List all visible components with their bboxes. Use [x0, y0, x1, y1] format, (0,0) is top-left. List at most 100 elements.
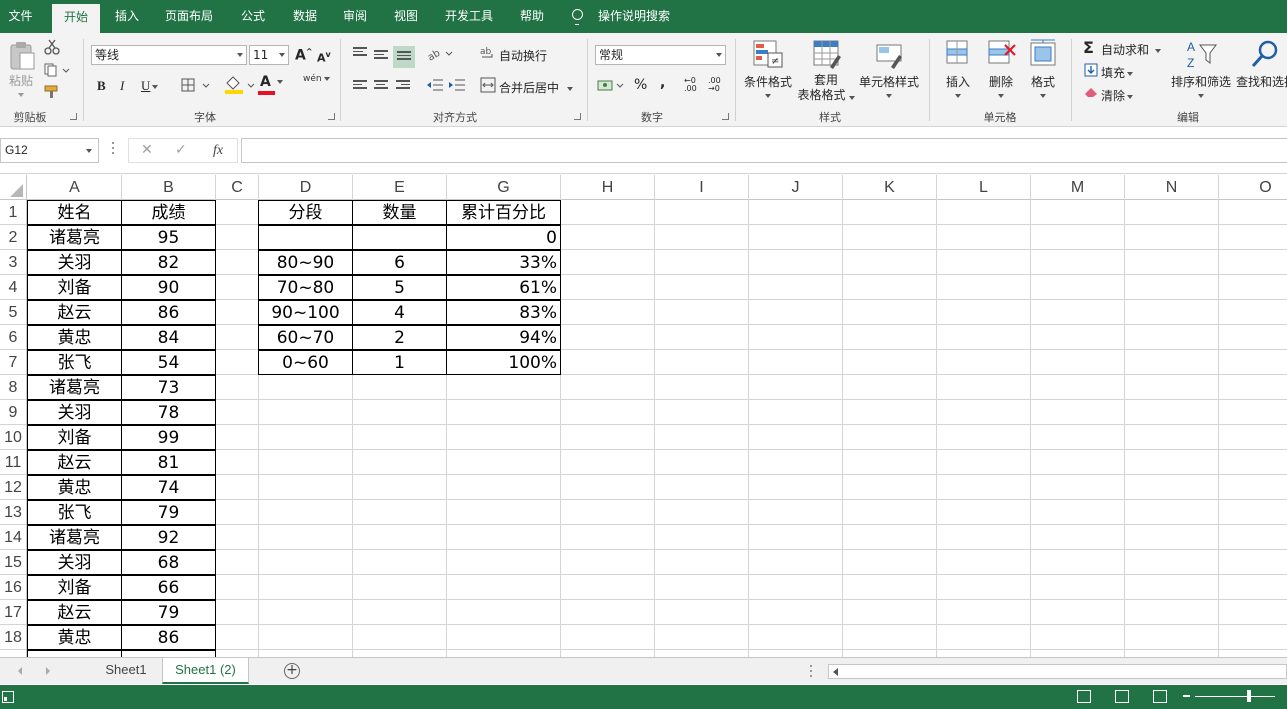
horizontal-scrollbar[interactable] [828, 664, 1287, 679]
column-header-b[interactable]: B [122, 175, 216, 200]
column-header-n[interactable]: N [1125, 175, 1219, 200]
segment-cell[interactable]: 0~60 [258, 350, 353, 375]
tab-help[interactable]: 帮助 [511, 0, 553, 33]
scroll-sheets-left-icon[interactable] [18, 667, 22, 675]
align-bottom-icon[interactable] [393, 46, 415, 68]
italic-button[interactable]: I [120, 78, 124, 94]
font-color-button[interactable]: A [260, 74, 283, 90]
add-sheet-button[interactable]: + [284, 663, 300, 679]
row-header-1[interactable]: 1 [0, 200, 27, 225]
clear-button[interactable]: 清除 [1101, 87, 1134, 104]
copy-icon[interactable] [44, 63, 70, 77]
row-header-2[interactable]: 2 [0, 225, 27, 250]
name-cell[interactable]: 张飞 [27, 500, 122, 525]
header-cumulative-cell[interactable]: 累计百分比 [446, 200, 561, 225]
align-top-icon[interactable] [353, 47, 367, 59]
name-cell[interactable]: 刘备 [27, 275, 122, 300]
enter-icon[interactable]: ✓ [175, 139, 187, 162]
orientation-icon[interactable]: ab [426, 46, 456, 62]
column-header-m[interactable]: M [1031, 175, 1125, 200]
comma-button[interactable]: , [660, 75, 665, 91]
name-cell[interactable]: 诸葛亮 [27, 225, 122, 250]
column-header-a[interactable]: A [28, 175, 122, 200]
count-cell[interactable]: 6 [352, 250, 447, 275]
score-cell[interactable]: 73 [121, 375, 216, 400]
autosum-button[interactable]: 自动求和 [1101, 41, 1162, 58]
cumulative-percent-cell[interactable]: 83% [446, 300, 561, 325]
name-cell[interactable]: 赵云 [27, 300, 122, 325]
cumulative-percent-cell[interactable]: 94% [446, 325, 561, 350]
select-all-button[interactable] [0, 175, 27, 200]
name-cell[interactable]: 关羽 [27, 250, 122, 275]
tab-developer[interactable]: 开发工具 [437, 0, 501, 33]
column-header-d[interactable]: D [259, 175, 353, 200]
macro-record-icon[interactable] [2, 691, 14, 703]
name-cell[interactable]: 关羽 [27, 550, 122, 575]
tab-insert[interactable]: 插入 [108, 0, 146, 33]
row-header-14[interactable]: 14 [0, 525, 27, 550]
column-header-c[interactable]: C [216, 175, 259, 200]
find-select-button[interactable]: 查找和选择 [1236, 73, 1287, 90]
font-name-select[interactable]: 等线 [91, 45, 247, 65]
format-painter-icon[interactable] [44, 85, 62, 99]
segment-cell[interactable]: 60~70 [258, 325, 353, 350]
name-cell[interactable]: 刘备 [27, 425, 122, 450]
count-cell[interactable]: 2 [352, 325, 447, 350]
number-format-select[interactable]: 常规 [595, 45, 726, 65]
paste-button[interactable]: 粘贴 [6, 72, 36, 97]
tab-file[interactable]: 文件 [0, 0, 41, 33]
merge-center-icon[interactable] [480, 77, 496, 93]
score-cell[interactable]: 79 [121, 600, 216, 625]
row-header-4[interactable]: 4 [0, 275, 27, 300]
count-cell[interactable]: 1 [352, 350, 447, 375]
segment-cell[interactable]: 70~80 [258, 275, 353, 300]
align-right-icon[interactable] [396, 80, 410, 92]
wrap-text-icon[interactable]: ab [480, 45, 496, 61]
row-header-13[interactable]: 13 [0, 500, 27, 525]
align-center-icon[interactable] [374, 80, 388, 92]
sort-filter-button[interactable]: 排序和筛选 [1171, 73, 1231, 98]
column-header-o[interactable]: O [1219, 175, 1287, 200]
row-header-5[interactable]: 5 [0, 300, 27, 325]
paste-icon[interactable] [8, 41, 36, 71]
cell-styles-button[interactable]: 单元格样式 [856, 73, 922, 98]
name-cell[interactable]: 黄忠 [27, 325, 122, 350]
column-header-h[interactable]: H [561, 175, 655, 200]
zoom-out-icon[interactable] [1183, 695, 1190, 697]
cumulative-percent-cell[interactable]: 100% [446, 350, 561, 375]
zoom-slider-thumb[interactable] [1247, 690, 1251, 702]
format-cells-button[interactable]: 格式 [1023, 73, 1063, 98]
clipboard-launcher-icon[interactable] [70, 113, 77, 120]
formula-bar-grip-icon[interactable] [112, 142, 114, 156]
name-cell[interactable]: 黄忠 [27, 625, 122, 650]
tab-review[interactable]: 审阅 [334, 0, 376, 33]
header-score-cell[interactable]: 成绩 [121, 200, 216, 225]
row-header-7[interactable]: 7 [0, 350, 27, 375]
insert-function-icon[interactable]: fx [213, 139, 223, 162]
column-header-k[interactable]: K [843, 175, 937, 200]
score-cell[interactable]: 79 [121, 500, 216, 525]
row-header-8[interactable]: 8 [0, 375, 27, 400]
score-cell[interactable]: 86 [121, 625, 216, 650]
tab-data[interactable]: 数据 [284, 0, 326, 33]
clear-icon[interactable] [1084, 86, 1098, 98]
percent-button[interactable]: % [634, 77, 647, 93]
bold-button[interactable]: B [97, 78, 106, 94]
column-header-g[interactable]: G [447, 175, 561, 200]
wrap-text-button[interactable]: 自动换行 [499, 47, 547, 64]
delete-cells-icon[interactable] [987, 39, 1017, 69]
score-cell[interactable]: 92 [121, 525, 216, 550]
score-cell[interactable]: 54 [121, 350, 216, 375]
decrease-decimal-button[interactable]: .00 →0 [708, 77, 728, 93]
name-cell[interactable]: 赵云 [27, 450, 122, 475]
segment-cell[interactable]: 90~100 [258, 300, 353, 325]
column-header-l[interactable]: L [937, 175, 1031, 200]
score-cell[interactable]: 86 [121, 300, 216, 325]
row-header-11[interactable]: 11 [0, 450, 27, 475]
find-select-icon[interactable] [1250, 39, 1280, 69]
name-cell[interactable]: 刘备 [27, 575, 122, 600]
name-cell[interactable]: 关羽 [27, 400, 122, 425]
row-header-9[interactable]: 9 [0, 400, 27, 425]
score-cell[interactable]: 66 [121, 575, 216, 600]
row-header-16[interactable]: 16 [0, 575, 27, 600]
